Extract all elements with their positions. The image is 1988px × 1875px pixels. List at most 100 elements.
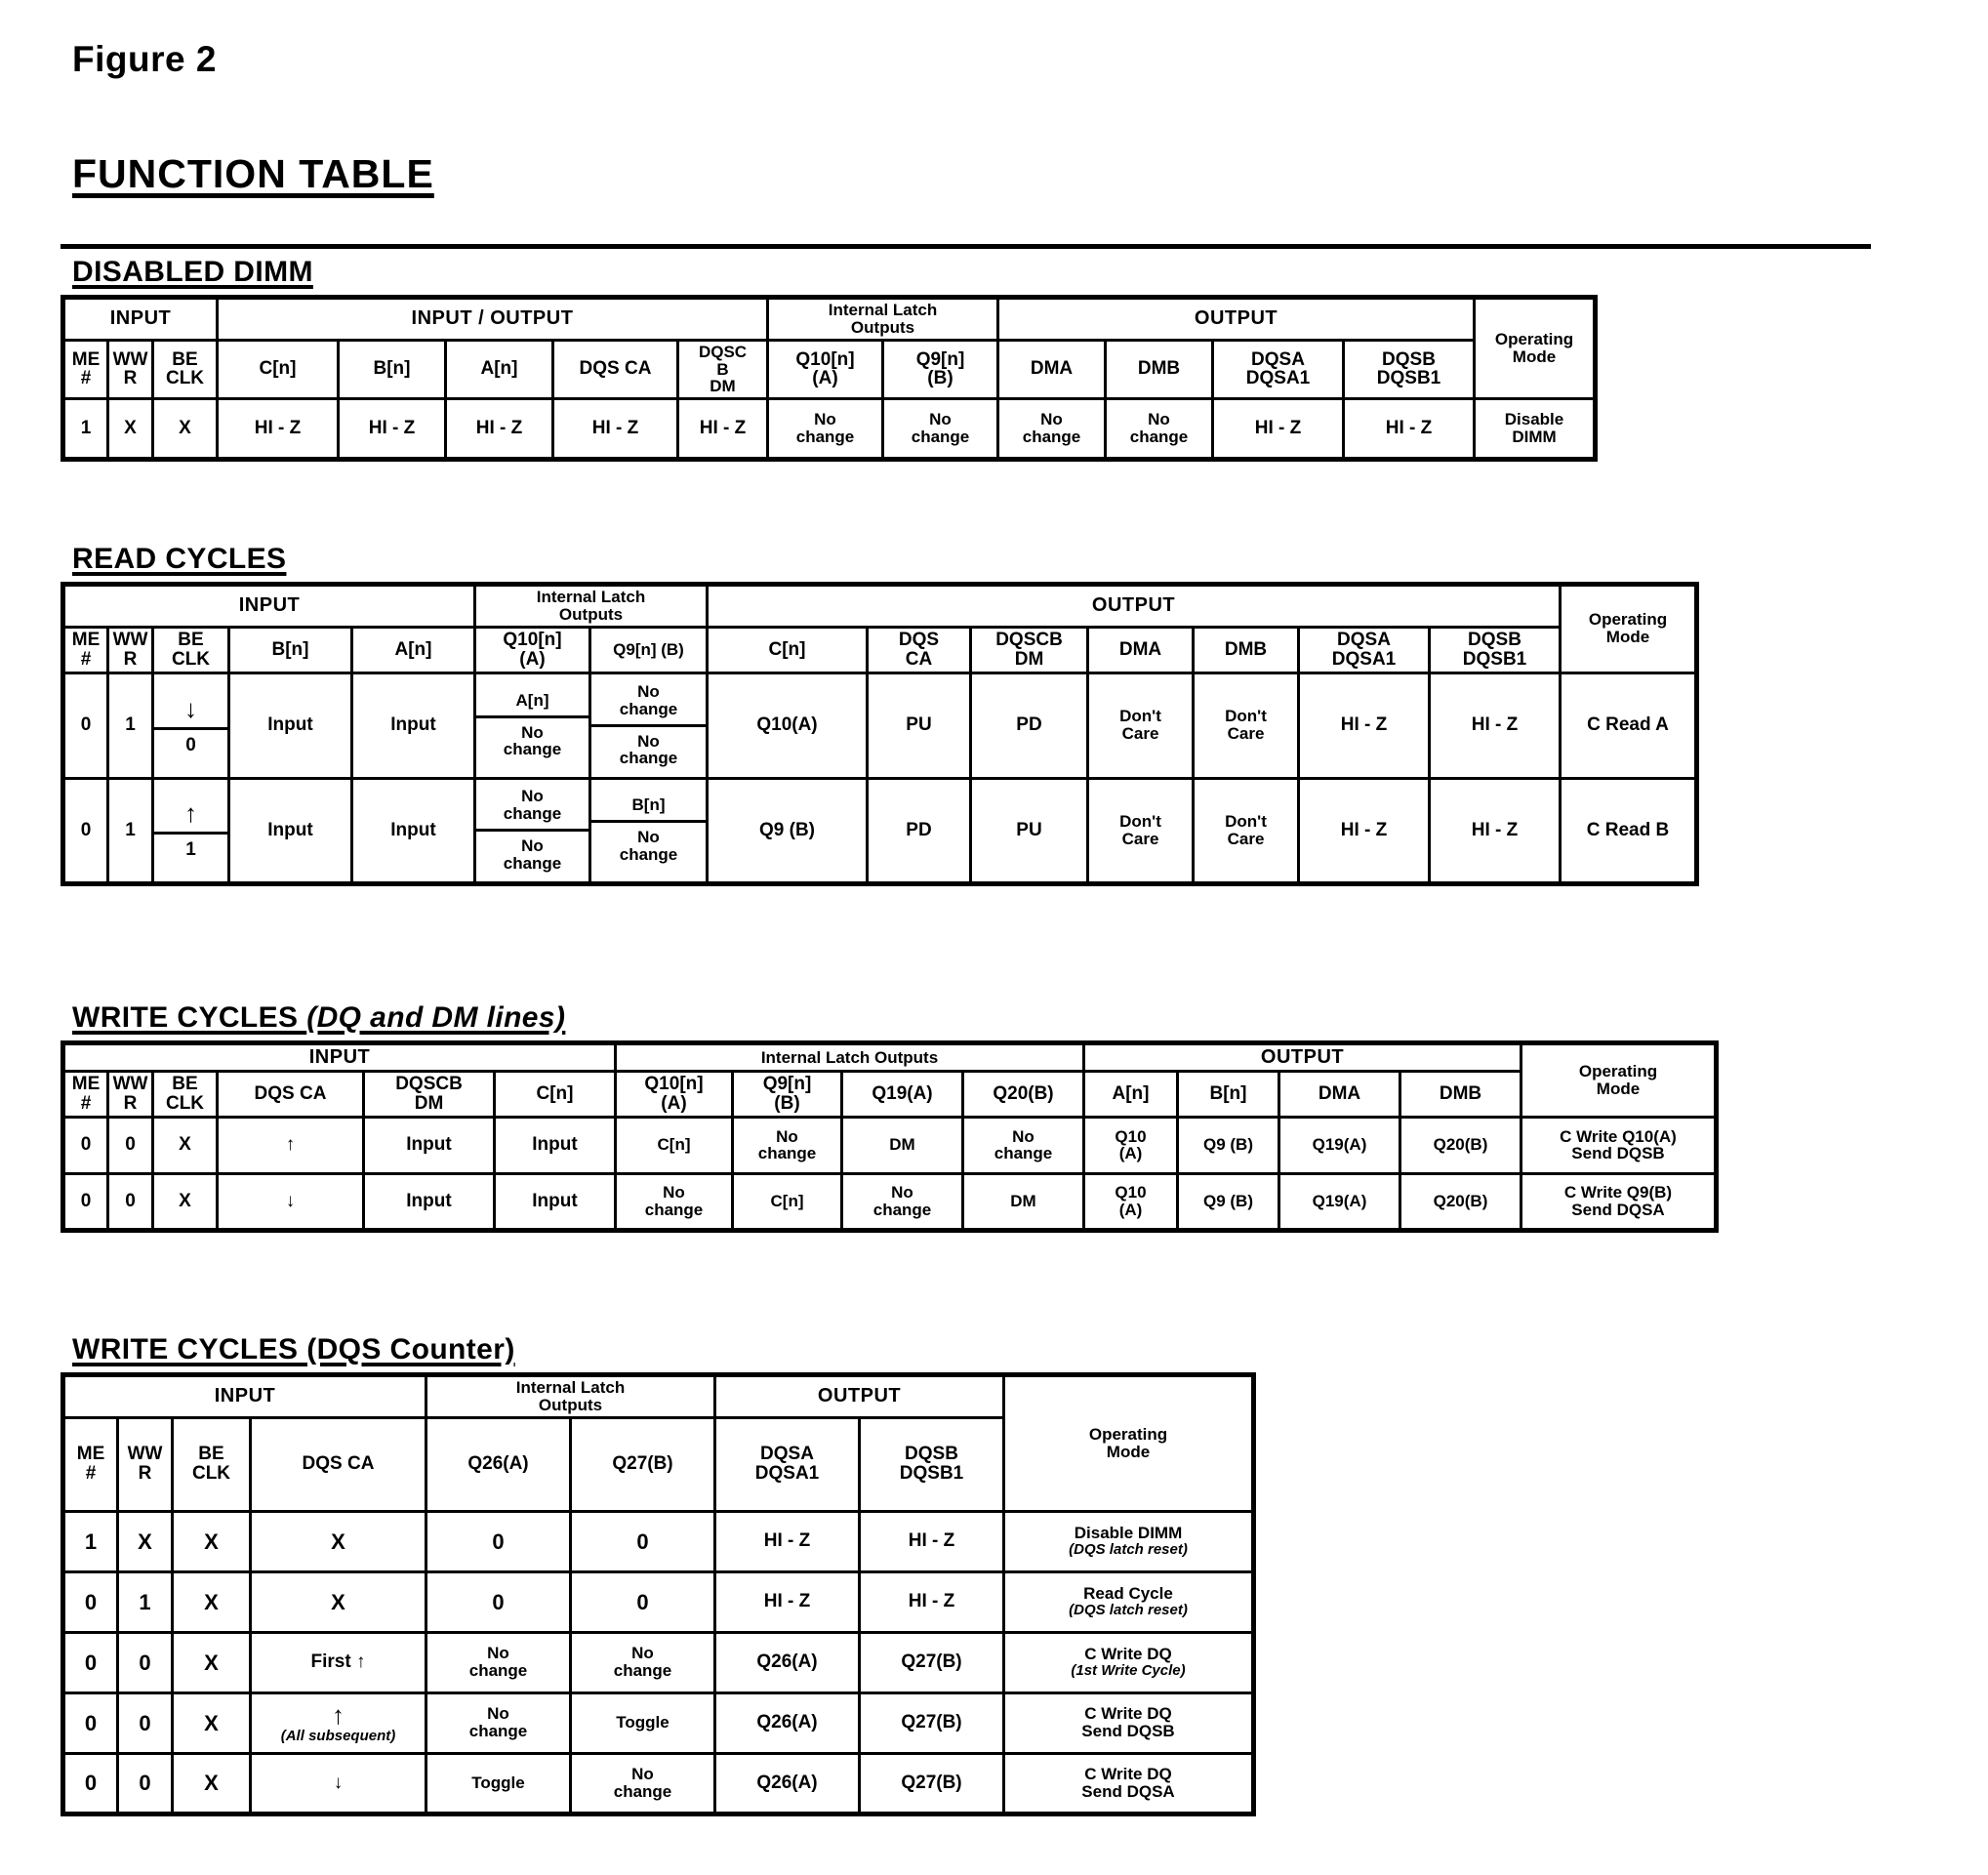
cell-dqsb: HI - Z (1428, 671, 1562, 780)
col-header-dqsa: DQSA DQSA1 (1297, 625, 1431, 674)
cell-dmb: Q20(B) (1399, 1171, 1522, 1232)
col-line2: (A) (519, 648, 546, 670)
col-header-dqs-ca: DQS CA (551, 338, 679, 401)
col-line2: DQSA1 (1331, 648, 1397, 670)
col-line1: WW (112, 1074, 148, 1094)
operating-mode-line2: Mode (1596, 1079, 1641, 1098)
cell-operating-mode: Disable DIMM (1473, 397, 1597, 462)
top-divider-rule (61, 244, 1871, 249)
cell-q19a: DM (840, 1115, 964, 1175)
cell-ne: 0 (61, 776, 109, 885)
group-header-output: OUTPUT (706, 583, 1562, 629)
col-header-be-clk: BE CLK (151, 625, 230, 674)
col-line2: B (716, 359, 729, 379)
group-header-operating-mode: Operating Mode (1473, 295, 1597, 401)
cell-q26a: 0 (425, 1509, 572, 1573)
cell-ne: 1 (61, 397, 109, 462)
cell-wr: 0 (116, 1751, 174, 1815)
col-line1: DQS (898, 629, 940, 650)
mode-line1: C Write DQ (1084, 1704, 1172, 1724)
cell-wr: 0 (116, 1691, 174, 1755)
col-header-dma: DMA (996, 338, 1107, 401)
col-header-wr: WW R (106, 338, 154, 401)
cell-an: HI - Z (444, 397, 554, 462)
cell-dqscb-dm: Input (362, 1171, 496, 1232)
cell-dqsa: HI - Z (1297, 671, 1431, 780)
col-header-cn: C[n] (216, 338, 340, 401)
cell-dmb: Q20(B) (1399, 1115, 1522, 1175)
cell-cn: HI - Z (216, 397, 340, 462)
cell-dqs-ca: ↓ (249, 1751, 427, 1815)
col-header-q10n-a: Q10[n] (A) (614, 1070, 734, 1119)
col-line1: Q10[n] (503, 629, 562, 650)
mode-line1: Read Cycle (1083, 1584, 1173, 1604)
col-line3: DM (710, 377, 736, 396)
q9-top: No change (591, 677, 706, 727)
mode-line2: (DQS latch reset) (1069, 1602, 1188, 1619)
section-disabled-dimm: DISABLED DIMM INPUT INPUT / OUTPUT Inter… (61, 256, 1598, 463)
dqs-edge-arrow: ↑ (332, 1699, 345, 1730)
col-line1: DQSCB (395, 1074, 463, 1094)
col-line2: CA (905, 648, 933, 670)
mode-line2: DIMM (1512, 428, 1557, 447)
cell-bn: HI - Z (337, 397, 447, 462)
cell-ne: 1 (61, 1509, 119, 1573)
cell-be-clk: X (171, 1751, 252, 1815)
table-row-column-header: ME # WW R BE CLK C[n] B[n] A[n] DQS CA D… (61, 338, 1596, 401)
cell-cn: Q10(A) (706, 671, 869, 780)
table-row-column-header: ME # WW R BE CLK B[n] A[n] Q10[n] (A) Q9… (61, 625, 1697, 674)
col-line2: (B) (927, 368, 953, 389)
q10-bottom: No change (503, 836, 562, 873)
col-header-ne: ME # (61, 338, 109, 401)
cell-an: Q10 (A) (1082, 1171, 1179, 1232)
cell-dma: Q19(A) (1278, 1171, 1401, 1232)
col-header-dqs-ca: DQS CA (216, 1070, 365, 1119)
cell-dqscb-dm: Input (362, 1115, 496, 1175)
cell-be-clk: X (171, 1569, 252, 1634)
cell-operating-mode: Disable DIMM (DQS latch reset) (1002, 1509, 1255, 1573)
col-header-ne: ME # (61, 1415, 119, 1513)
col-line1: DQSB (905, 1444, 958, 1465)
operating-mode-line1: Operating (1588, 610, 1668, 630)
cell-dqs-ca: X (249, 1509, 427, 1573)
cell-dqs-ca: ↑ (216, 1115, 365, 1175)
col-line2: # (85, 1463, 97, 1485)
clk-level: 1 (185, 839, 196, 861)
col-header-q10n-a: Q10[n] (A) (766, 338, 884, 401)
col-line1: DQSC (698, 342, 748, 361)
col-header-q9n-b: Q9[n] (B) (588, 625, 709, 674)
mode-line2: (1st Write Cycle) (1071, 1662, 1186, 1680)
cell-operating-mode: C Read B (1559, 776, 1698, 885)
cell-dqsa: Q26(A) (713, 1630, 861, 1694)
cell-operating-mode: C Write DQ Send DQSB (1002, 1691, 1255, 1755)
col-line1: ME (71, 1074, 101, 1094)
col-header-dqsa: DQSA DQSA1 (1211, 338, 1345, 401)
cell-q26a: No change (425, 1691, 572, 1755)
col-line2: R (138, 1463, 152, 1485)
col-line2: DQSA1 (1245, 368, 1311, 389)
cell-an: Input (350, 776, 476, 885)
group-header-input: INPUT (61, 1041, 617, 1073)
mode-line2: Send DQSB (1081, 1722, 1175, 1741)
q10-top: No change (476, 782, 588, 833)
group-header-output: OUTPUT (713, 1373, 1005, 1419)
cell-q27b: 0 (569, 1569, 716, 1634)
cell-q9n-b-split: B[n] No change (588, 776, 709, 885)
col-header-bn: B[n] (1176, 1070, 1280, 1119)
operating-mode-line2: Mode (1512, 347, 1557, 367)
cell-wr: 1 (106, 671, 154, 780)
group-header-output: OUTPUT (996, 296, 1476, 342)
col-line1: DQSA (760, 1444, 814, 1465)
cell-dqsb: Q27(B) (858, 1691, 1005, 1755)
mode-line1: C Write DQ (1084, 1764, 1172, 1783)
col-line2: CLK (165, 368, 205, 389)
col-header-dqs-ca: DQS CA (866, 625, 972, 674)
section-title-write-cycles-dq-dm: WRITE CYCLES (DQ and DM lines) (72, 1001, 1719, 1035)
cell-cn: Q9 (B) (706, 776, 869, 885)
cell-q27b: No change (569, 1751, 716, 1815)
cell-ne: 0 (61, 671, 109, 780)
table-row: 1 X X HI - Z HI - Z HI - Z HI - Z HI - Z… (61, 397, 1597, 462)
figure-label: Figure 2 (72, 39, 217, 79)
cell-ne: 0 (61, 1115, 109, 1175)
col-header-q19a: Q19(A) (840, 1070, 964, 1119)
